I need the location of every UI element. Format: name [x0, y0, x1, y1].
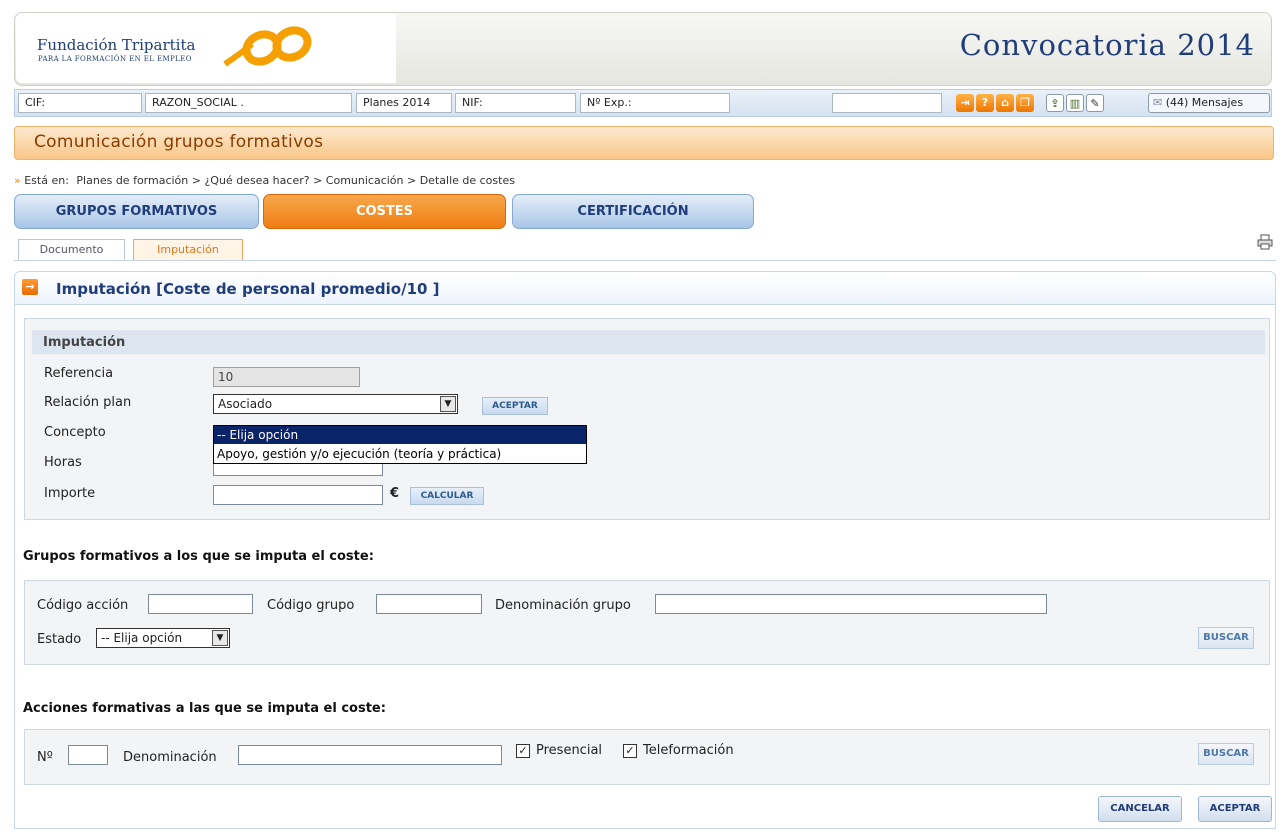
messages-label: (44) Mensajes — [1165, 96, 1244, 109]
codigo-accion-input[interactable] — [148, 594, 253, 614]
concepto-dropdown[interactable]: -- Elija opción Apoyo, gestión y/o ejecu… — [213, 425, 587, 464]
page-title: Convocatoria 2014 — [959, 28, 1255, 62]
aceptar-small-button[interactable]: ACEPTAR — [482, 397, 548, 415]
razon-social-field: RAZON_SOCIAL . — [145, 93, 352, 113]
denominacion-grupo-label: Denominación grupo — [495, 598, 631, 613]
estado-label: Estado — [37, 632, 82, 647]
export-icon[interactable]: ⇪ — [1046, 94, 1064, 112]
subtab-imputacion[interactable]: Imputación — [133, 239, 243, 261]
logo-swoosh-icon — [223, 26, 312, 67]
calcular-button[interactable]: CALCULAR — [410, 487, 484, 505]
subtab-divider — [14, 260, 1276, 261]
messages-button[interactable]: ✉ (44) Mensajes — [1148, 93, 1270, 113]
nexp-field: Nº Exp.: — [580, 93, 730, 113]
imputacion-box-header — [32, 330, 1265, 354]
copy-icon[interactable]: ❐ — [1016, 94, 1034, 112]
denominacion-grupo-input[interactable] — [655, 594, 1047, 614]
chevron-down-icon[interactable]: ▼ — [212, 630, 228, 646]
cancel-button[interactable]: CANCELAR — [1098, 796, 1182, 822]
accept-button[interactable]: ACEPTAR — [1198, 796, 1272, 822]
teleformacion-label: Teleformación — [643, 743, 734, 758]
concepto-option[interactable]: Apoyo, gestión y/o ejecución (teoría y p… — [214, 445, 586, 463]
presencial-label: Presencial — [536, 743, 603, 758]
grupos-filter-box — [24, 580, 1270, 665]
concepto-label: Concepto — [44, 425, 106, 440]
chevron-down-icon[interactable]: ▼ — [440, 396, 456, 412]
imputacion-title: Imputación [Coste de personal promedio/1… — [56, 280, 440, 298]
grupos-section-title: Grupos formativos a los que se imputa el… — [23, 549, 374, 564]
horas-label: Horas — [44, 455, 82, 470]
concepto-option-selected[interactable]: -- Elija opción — [214, 426, 586, 444]
arrow-right-icon: → — [22, 279, 38, 295]
breadcrumb-prefix: Está en: — [24, 174, 69, 187]
print-icon[interactable] — [1257, 234, 1273, 250]
buscar-acciones-button[interactable]: BUSCAR — [1198, 743, 1254, 765]
codigo-grupo-label: Código grupo — [267, 598, 355, 613]
org-name: Fundación Tripartita — [37, 36, 196, 54]
acciones-section-title: Acciones formativas a las que se imputa … — [23, 701, 386, 716]
help-icon[interactable]: ? — [976, 94, 994, 112]
denominacion-input[interactable] — [238, 745, 502, 765]
relacion-plan-select[interactable]: Asociado ▼ — [213, 394, 458, 414]
imputacion-box-title: Imputación — [43, 335, 126, 350]
section-title: Comunicación grupos formativos — [34, 132, 324, 152]
estado-select[interactable]: -- Elija opción ▼ — [96, 628, 230, 648]
breadcrumb-path[interactable]: Planes de formación > ¿Qué desea hacer? … — [76, 174, 515, 187]
buscar-grupos-button[interactable]: BUSCAR — [1198, 627, 1254, 649]
estado-value: -- Elija opción — [101, 631, 183, 645]
mail-icon: ✉ — [1153, 96, 1163, 109]
codigo-accion-label: Código acción — [37, 598, 129, 613]
referencia-field: 10 — [213, 367, 360, 387]
quick-search-input[interactable] — [832, 93, 942, 113]
referencia-label: Referencia — [44, 366, 114, 381]
home-icon[interactable]: ⌂ — [996, 94, 1014, 112]
teleformacion-checkbox[interactable]: ✓ — [623, 744, 637, 758]
chart-icon[interactable]: ▥ — [1066, 94, 1084, 112]
breadcrumb-arrow-icon: » — [14, 174, 21, 187]
relacion-plan-label: Relación plan — [44, 395, 132, 410]
euro-sign: € — [390, 486, 400, 501]
exit-icon[interactable]: ⇥ — [956, 94, 974, 112]
subtab-documento[interactable]: Documento — [18, 239, 125, 261]
cif-field: CIF: — [18, 93, 142, 113]
tab-certificacion[interactable]: CERTIFICACIÓN — [512, 194, 754, 229]
importe-field[interactable] — [213, 485, 383, 505]
numero-input[interactable] — [68, 745, 108, 765]
edit-icon[interactable]: ✎ — [1086, 94, 1104, 112]
relacion-plan-value: Asociado — [218, 397, 273, 411]
tab-grupos-formativos[interactable]: GRUPOS FORMATIVOS — [14, 194, 259, 229]
nif-field: NIF: — [455, 93, 576, 113]
importe-label: Importe — [44, 486, 96, 501]
denominacion-label: Denominación — [123, 750, 217, 765]
org-subtitle: PARA LA FORMACIÓN EN EL EMPLEO — [38, 55, 192, 63]
planes-field: Planes 2014 — [356, 93, 452, 113]
breadcrumb: » Está en: Planes de formación > ¿Qué de… — [14, 174, 515, 187]
numero-label: Nº — [37, 750, 53, 765]
codigo-grupo-input[interactable] — [376, 594, 482, 614]
tab-costes[interactable]: COSTES — [263, 194, 506, 229]
presencial-checkbox[interactable]: ✓ — [516, 744, 530, 758]
